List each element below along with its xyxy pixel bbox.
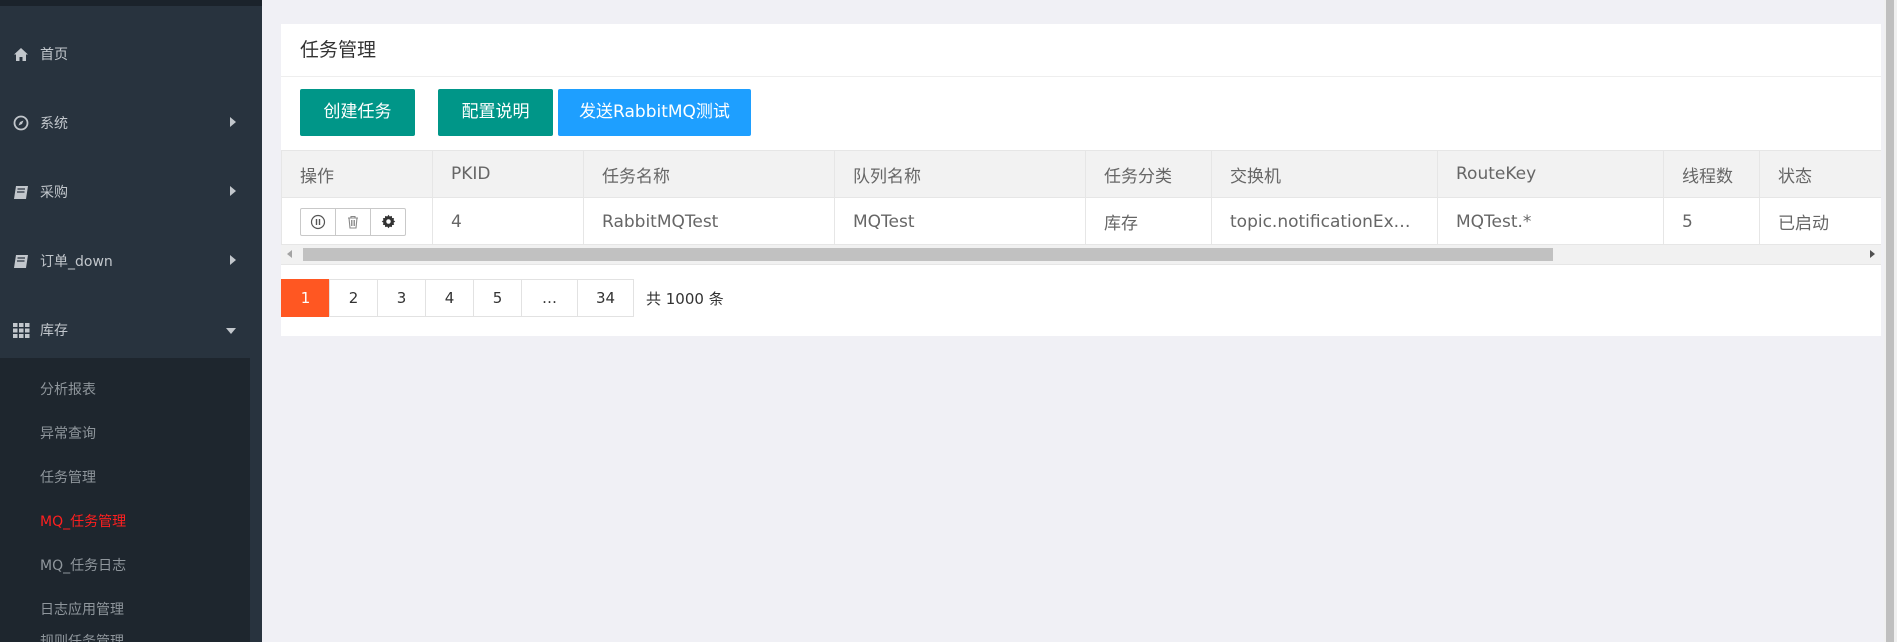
chevron-right-icon [230,253,236,269]
column-header-thread-count[interactable]: 线程数 [1663,150,1760,198]
sidebar-item-label: 库存 [40,323,68,339]
trash-icon [348,215,358,229]
book-icon [12,183,30,201]
page-button-last[interactable]: 34 [577,279,634,317]
sidebar-item-label: 系统 [40,116,68,132]
page-vertical-scrollbar[interactable] [1884,0,1897,642]
grid-icon [12,321,30,339]
table-cell-actions [281,197,433,246]
page-button[interactable]: 4 [425,279,474,317]
sidebar-item-label: 首页 [40,47,68,63]
page-title: 任务管理 [281,24,1881,77]
submenu-item-rule-task-management[interactable]: 规则任务管理 [40,632,124,642]
page-button[interactable]: 5 [473,279,522,317]
table-header-row: 操作 PKID 任务名称 队列名称 任务分类 交换机 RouteKey 线程数 … [281,150,1881,198]
config-doc-button[interactable]: 配置说明 [438,89,553,136]
task-management-panel: 任务管理 创建任务 配置说明 发送RabbitMQ测试 操作 PKID 任务名称… [281,24,1881,336]
sidebar-item-system[interactable]: 系统 [0,89,262,157]
page-button[interactable]: 2 [329,279,378,317]
scroll-left-arrow-icon[interactable] [287,250,292,258]
table-cell-thread-count: 5 [1663,197,1760,246]
pagination: 1 2 3 4 5 … 34 共 1000 条 [281,279,724,317]
page-button-current[interactable]: 1 [281,279,330,317]
table-cell-queue-name: MQTest [834,197,1086,246]
task-table: 操作 PKID 任务名称 队列名称 任务分类 交换机 RouteKey 线程数 … [281,150,1881,290]
table-cell-task-name: RabbitMQTest [583,197,835,246]
table-row: 4 RabbitMQTest MQTest 库存 topic.notificat… [281,197,1881,246]
submenu-item-mq-task-log[interactable]: MQ_任务日志 [40,556,126,576]
column-header-routekey[interactable]: RouteKey [1437,150,1664,198]
submenu-item-exception-query[interactable]: 异常查询 [40,424,96,444]
chevron-right-icon [230,115,236,131]
home-icon [12,45,30,63]
sidebar-item-label: 采购 [40,185,68,201]
column-header-actions[interactable]: 操作 [281,150,433,198]
sidebar-top-strip [0,0,262,6]
submenu-item-log-app-management[interactable]: 日志应用管理 [40,600,124,620]
column-header-pkid[interactable]: PKID [432,150,584,198]
sidebar-item-home[interactable]: 首页 [0,20,262,88]
send-rabbitmq-test-button[interactable]: 发送RabbitMQ测试 [558,89,751,136]
pause-icon [310,214,326,229]
table-cell-routekey: MQTest.* [1437,197,1664,246]
sidebar: 首页 系统 采购 订单_down 库存 分析报表 异常查询 任务管理 MQ_任务… [0,0,262,642]
sidebar-scrollbar[interactable] [250,358,262,642]
table-cell-status: 已启动 [1759,197,1881,246]
table-horizontal-scrollbar[interactable] [281,244,1881,265]
submenu-item-mq-task-management[interactable]: MQ_任务管理 [40,512,126,532]
chevron-down-icon [226,322,236,338]
book-icon [12,252,30,270]
scrollbar-thumb[interactable] [303,248,1553,261]
sidebar-item-purchase[interactable]: 采购 [0,158,262,226]
column-header-status[interactable]: 状态 [1759,150,1881,198]
table-cell-task-category: 库存 [1085,197,1212,246]
sidebar-item-order-down[interactable]: 订单_down [0,227,262,295]
row-action-group [300,207,406,236]
compass-icon [12,114,30,132]
chevron-right-icon [230,184,236,200]
create-task-button[interactable]: 创建任务 [300,89,415,136]
inventory-submenu: 分析报表 异常查询 任务管理 MQ_任务管理 MQ_任务日志 日志应用管理 规则… [0,358,250,642]
pause-button[interactable] [301,208,336,235]
pagination-total: 共 1000 条 [646,289,724,308]
submenu-item-analysis-report[interactable]: 分析报表 [40,380,96,400]
gear-icon [381,214,395,229]
sidebar-item-label: 订单_down [40,254,113,270]
page-button[interactable]: 3 [377,279,426,317]
table-cell-exchange: topic.notificationExchange [1211,197,1438,246]
column-header-queue-name[interactable]: 队列名称 [834,150,1086,198]
sidebar-item-inventory[interactable]: 库存 [0,296,262,364]
column-header-task-name[interactable]: 任务名称 [583,150,835,198]
table-cell-pkid: 4 [432,197,584,246]
page-scrollbar-thumb[interactable] [1886,0,1894,642]
delete-button[interactable] [336,208,371,235]
submenu-item-task-management[interactable]: 任务管理 [40,468,96,488]
column-header-exchange[interactable]: 交换机 [1211,150,1438,198]
scroll-right-arrow-icon[interactable] [1870,250,1875,258]
settings-button[interactable] [371,209,405,235]
page-ellipsis[interactable]: … [521,279,578,317]
column-header-task-category[interactable]: 任务分类 [1085,150,1212,198]
